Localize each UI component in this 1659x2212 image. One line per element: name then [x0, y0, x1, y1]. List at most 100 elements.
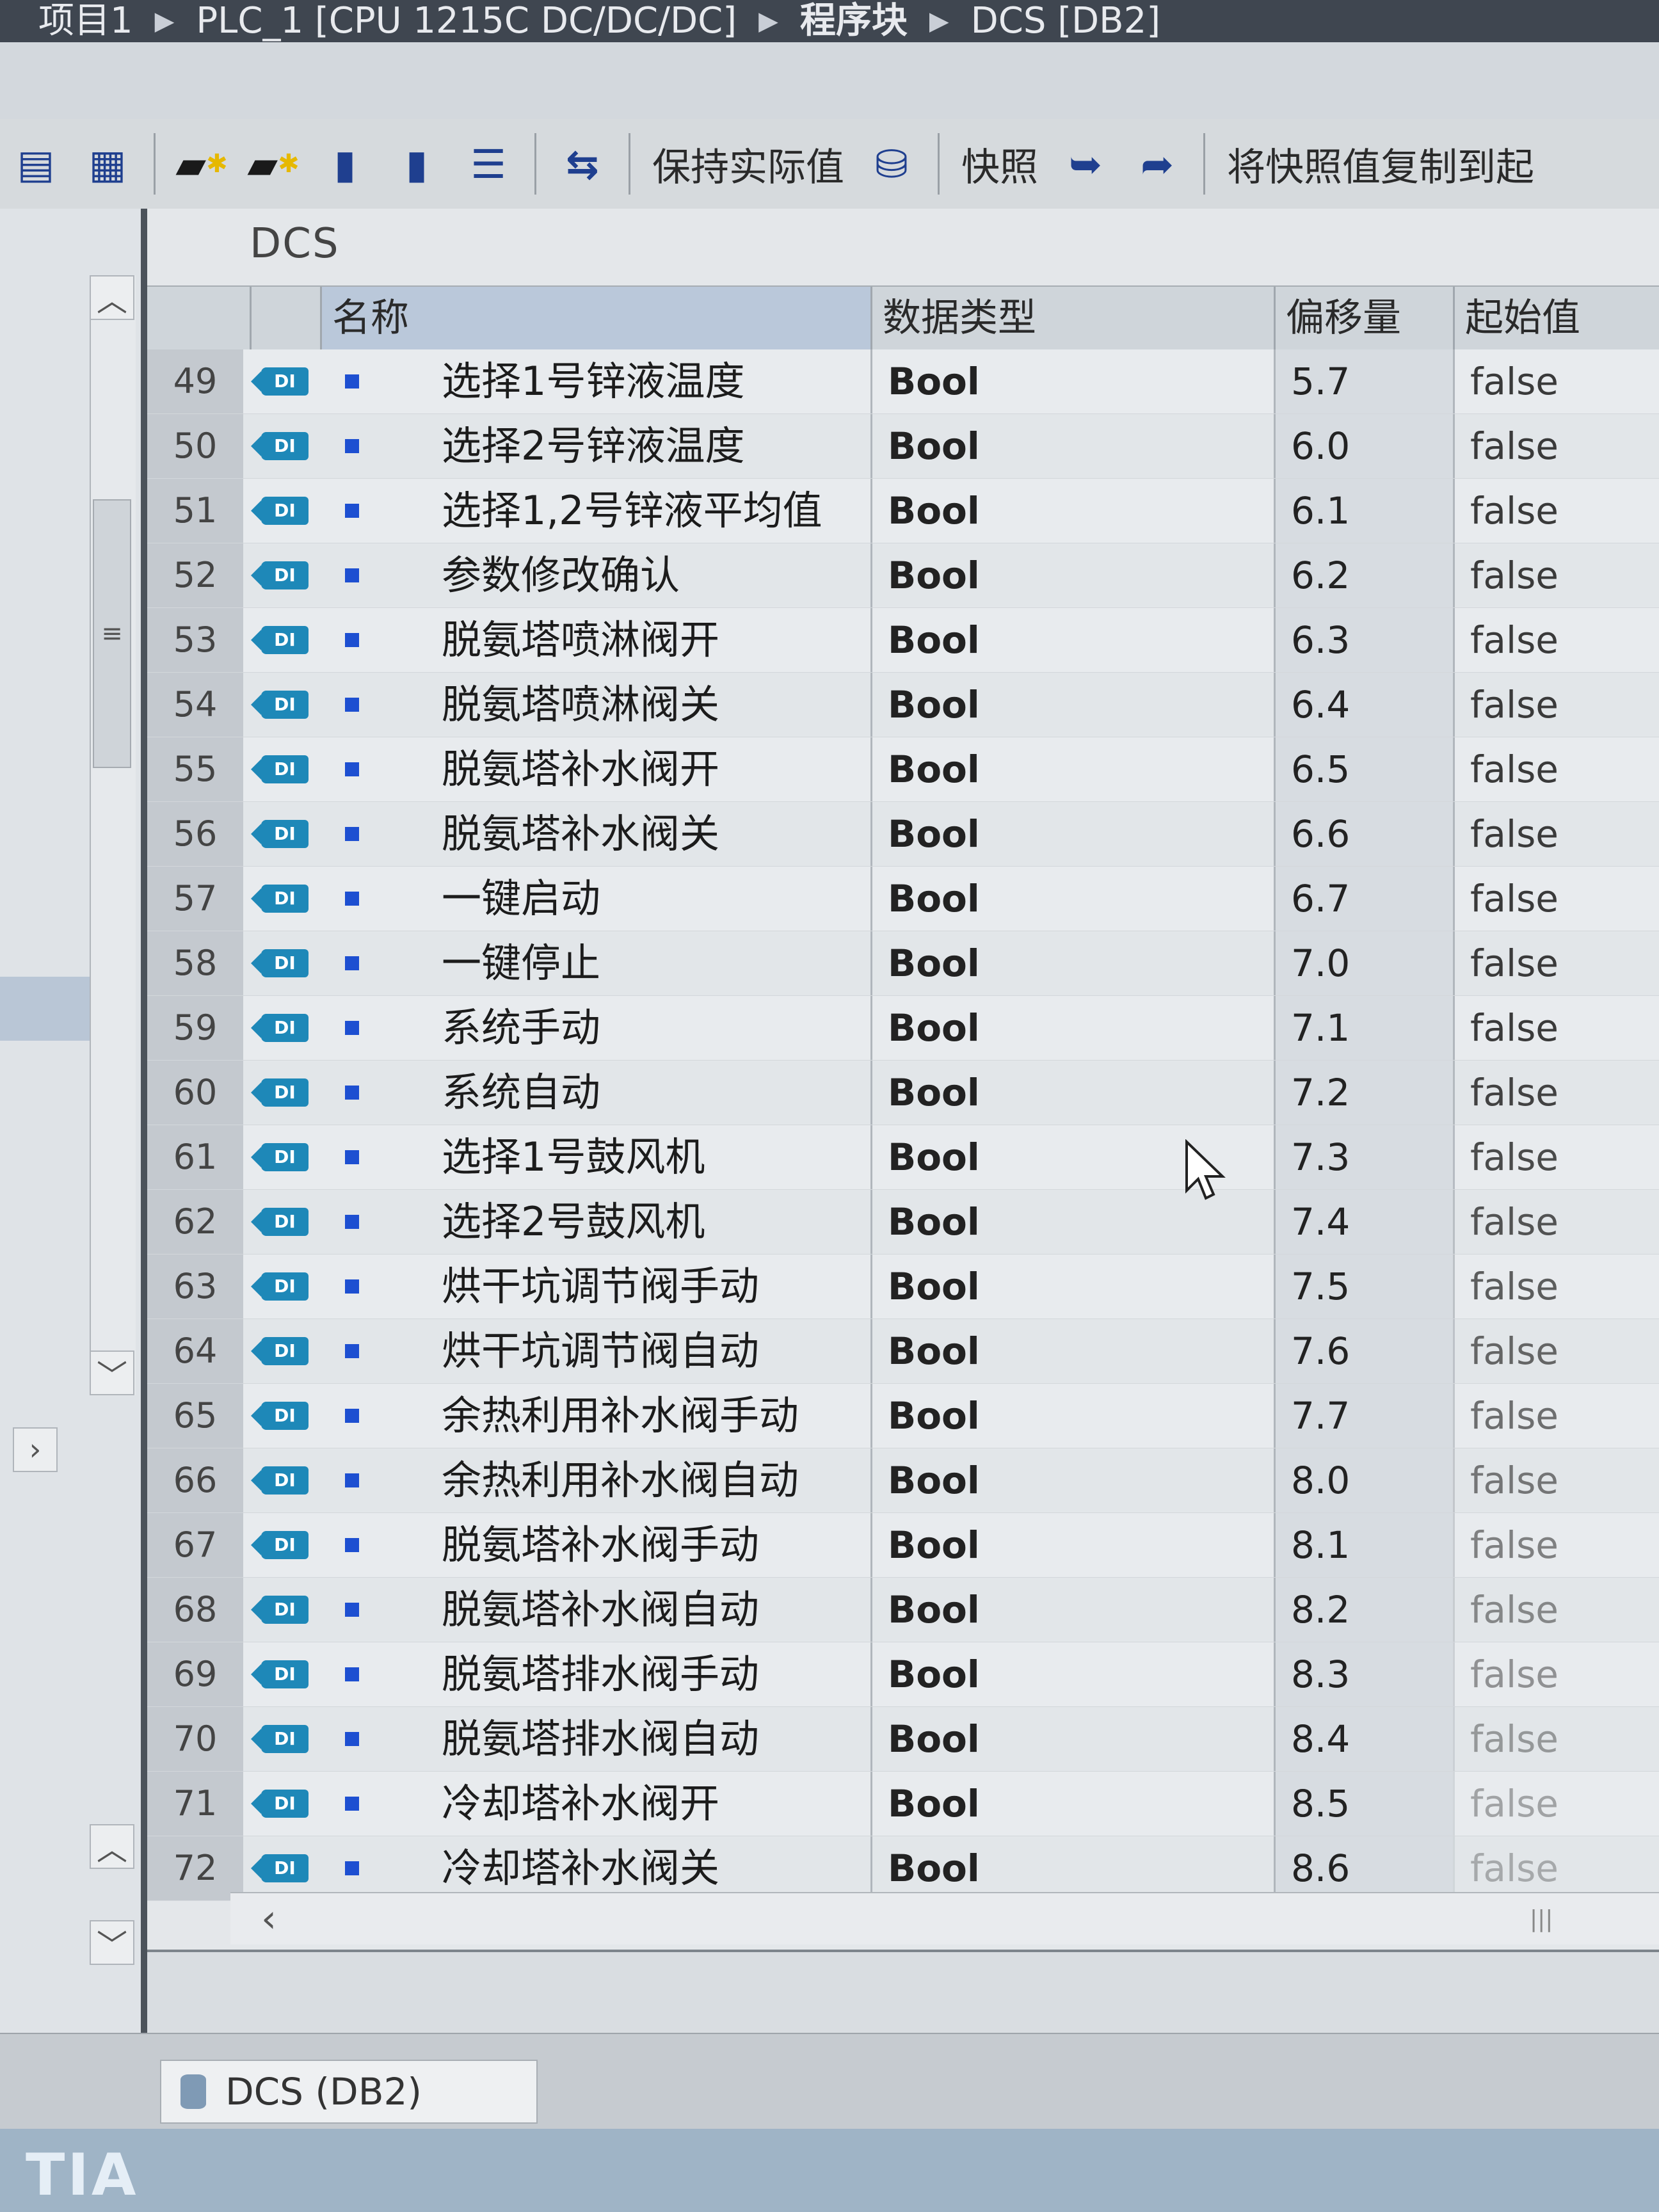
data-type-cell[interactable]: Bool: [870, 1384, 1254, 1448]
copy-from-icon[interactable]: ➦: [1126, 132, 1188, 196]
data-type-cell[interactable]: Bool: [870, 1642, 1254, 1706]
row-number[interactable]: 53: [147, 608, 243, 672]
row-number[interactable]: 67: [147, 1513, 243, 1577]
grid-view-icon[interactable]: ▦: [77, 132, 138, 196]
start-value-cell[interactable]: false: [1453, 479, 1659, 543]
table-row[interactable]: 51 DI 选择1,2号锌液平均值 Bool 6.1 false: [147, 479, 1659, 543]
row-number[interactable]: 62: [147, 1190, 243, 1254]
row-number[interactable]: 54: [147, 673, 243, 737]
start-value-cell[interactable]: false: [1453, 414, 1659, 478]
table-row[interactable]: 70 DI 脱氨塔排水阀自动 Bool 8.4 false: [147, 1707, 1659, 1772]
start-value-cell[interactable]: false: [1453, 931, 1659, 995]
start-value-cell[interactable]: false: [1453, 737, 1659, 801]
data-type-cell[interactable]: Bool: [870, 1061, 1254, 1125]
list-view-icon[interactable]: ☰: [458, 132, 519, 196]
data-type-cell[interactable]: Bool: [870, 1707, 1254, 1771]
data-type-cell[interactable]: Bool: [870, 1578, 1254, 1642]
row-number[interactable]: 68: [147, 1578, 243, 1642]
table-row[interactable]: 65 DI 余热利用补水阀手动 Bool 7.7 false: [147, 1384, 1659, 1448]
table-row[interactable]: 71 DI 冷却塔补水阀开 Bool 8.5 false: [147, 1772, 1659, 1836]
start-value-cell[interactable]: false: [1453, 1642, 1659, 1706]
table-row[interactable]: 69 DI 脱氨塔排水阀手动 Bool 8.3 false: [147, 1642, 1659, 1707]
chevron-down-icon[interactable]: ﹀: [90, 1350, 134, 1395]
breadcrumb-folder[interactable]: 程序块: [800, 2, 908, 40]
collapse-icon[interactable]: ▮: [386, 132, 447, 196]
table-row[interactable]: 66 DI 余热利用补水阀自动 Bool 8.0 false: [147, 1448, 1659, 1513]
data-type-cell[interactable]: Bool: [870, 608, 1254, 672]
start-value-cell[interactable]: false: [1453, 1836, 1659, 1900]
data-type-cell[interactable]: Bool: [870, 414, 1254, 478]
copy-snapshot-button[interactable]: 将快照值复制到起: [1215, 136, 1546, 192]
start-value-cell[interactable]: false: [1453, 673, 1659, 737]
breadcrumb-device[interactable]: PLC_1 [CPU 1215C DC/DC/DC]: [196, 2, 737, 40]
tab-dcs-db2[interactable]: DCS (DB2): [160, 2060, 538, 2124]
tree-scrollbar[interactable]: ︿ ﹀: [90, 275, 136, 1395]
data-type-cell[interactable]: Bool: [870, 1836, 1254, 1900]
chevron-up-icon[interactable]: ︿: [90, 275, 134, 320]
row-number[interactable]: 59: [147, 996, 243, 1060]
table-row[interactable]: 53 DI 脱氨塔喷淋阀开 Bool 6.3 false: [147, 608, 1659, 673]
data-type-cell[interactable]: Bool: [870, 479, 1254, 543]
table-row[interactable]: 60 DI 系统自动 Bool 7.2 false: [147, 1061, 1659, 1125]
table-row[interactable]: 61 DI 选择1号鼓风机 Bool 7.3 false: [147, 1125, 1659, 1190]
data-type-cell[interactable]: Bool: [870, 1254, 1254, 1318]
start-value-cell[interactable]: false: [1453, 867, 1659, 931]
start-value-cell[interactable]: false: [1453, 996, 1659, 1060]
table-row[interactable]: 63 DI 烘干坑调节阀手动 Bool 7.5 false: [147, 1254, 1659, 1319]
breadcrumb-project[interactable]: 项目1: [38, 2, 133, 40]
start-value-cell[interactable]: false: [1453, 1448, 1659, 1512]
chevron-right-icon[interactable]: ›: [13, 1427, 58, 1472]
chevron-left-icon[interactable]: ‹: [243, 1893, 294, 1944]
snapshot-icon[interactable]: ⛁: [861, 132, 922, 196]
table-row[interactable]: 58 DI 一键停止 Bool 7.0 false: [147, 931, 1659, 996]
pane-divider[interactable]: [141, 209, 147, 2103]
start-value-cell[interactable]: false: [1453, 1707, 1659, 1771]
table-view-icon[interactable]: ▤: [5, 132, 67, 196]
table-row[interactable]: 62 DI 选择2号鼓风机 Bool 7.4 false: [147, 1190, 1659, 1254]
table-row[interactable]: 49 DI 选择1号锌液温度 Bool 5.7 false: [147, 349, 1659, 414]
data-type-cell[interactable]: Bool: [870, 1448, 1254, 1512]
row-number[interactable]: 58: [147, 931, 243, 995]
row-number[interactable]: 72: [147, 1836, 243, 1900]
scroll-thumb[interactable]: ≡: [93, 499, 131, 768]
data-type-cell[interactable]: Bool: [870, 802, 1254, 866]
row-number[interactable]: 61: [147, 1125, 243, 1189]
start-value-cell[interactable]: false: [1453, 349, 1659, 413]
chevron-down-icon[interactable]: ﹀: [90, 1920, 134, 1965]
row-number[interactable]: 50: [147, 414, 243, 478]
table-row[interactable]: 64 DI 烘干坑调节阀自动 Bool 7.6 false: [147, 1319, 1659, 1384]
start-value-cell[interactable]: false: [1453, 802, 1659, 866]
table-row[interactable]: 72 DI 冷却塔补水阀关 Bool 8.6 false: [147, 1836, 1659, 1901]
table-row[interactable]: 55 DI 脱氨塔补水阀开 Bool 6.5 false: [147, 737, 1659, 802]
data-type-cell[interactable]: Bool: [870, 349, 1254, 413]
table-row[interactable]: 56 DI 脱氨塔补水阀关 Bool 6.6 false: [147, 802, 1659, 867]
row-number[interactable]: 57: [147, 867, 243, 931]
table-row[interactable]: 50 DI 选择2号锌液温度 Bool 6.0 false: [147, 414, 1659, 479]
row-number[interactable]: 49: [147, 349, 243, 413]
header-offset[interactable]: 偏移量: [1274, 287, 1453, 349]
start-value-cell[interactable]: false: [1453, 1125, 1659, 1189]
start-value-cell[interactable]: false: [1453, 608, 1659, 672]
row-number[interactable]: 60: [147, 1061, 243, 1125]
header-name[interactable]: 名称: [320, 287, 870, 349]
start-value-cell[interactable]: false: [1453, 1061, 1659, 1125]
data-type-cell[interactable]: Bool: [870, 673, 1254, 737]
table-row[interactable]: 59 DI 系统手动 Bool 7.1 false: [147, 996, 1659, 1061]
row-number[interactable]: 51: [147, 479, 243, 543]
data-type-cell[interactable]: Bool: [870, 867, 1254, 931]
row-number[interactable]: 52: [147, 543, 243, 607]
row-number[interactable]: 63: [147, 1254, 243, 1318]
start-value-cell[interactable]: false: [1453, 1578, 1659, 1642]
table-row[interactable]: 68 DI 脱氨塔补水阀自动 Bool 8.2 false: [147, 1578, 1659, 1642]
start-value-cell[interactable]: false: [1453, 1254, 1659, 1318]
row-number[interactable]: 64: [147, 1319, 243, 1383]
row-number[interactable]: 71: [147, 1772, 243, 1836]
start-value-cell[interactable]: false: [1453, 1319, 1659, 1383]
insert-row-icon[interactable]: ▰ ✱: [171, 132, 232, 196]
data-type-cell[interactable]: Bool: [870, 996, 1254, 1060]
add-row-icon[interactable]: ▰ ✱: [243, 132, 304, 196]
data-type-cell[interactable]: Bool: [870, 737, 1254, 801]
table-row[interactable]: 54 DI 脱氨塔喷淋阀关 Bool 6.4 false: [147, 673, 1659, 737]
start-value-cell[interactable]: false: [1453, 1190, 1659, 1254]
start-value-cell[interactable]: false: [1453, 1513, 1659, 1577]
